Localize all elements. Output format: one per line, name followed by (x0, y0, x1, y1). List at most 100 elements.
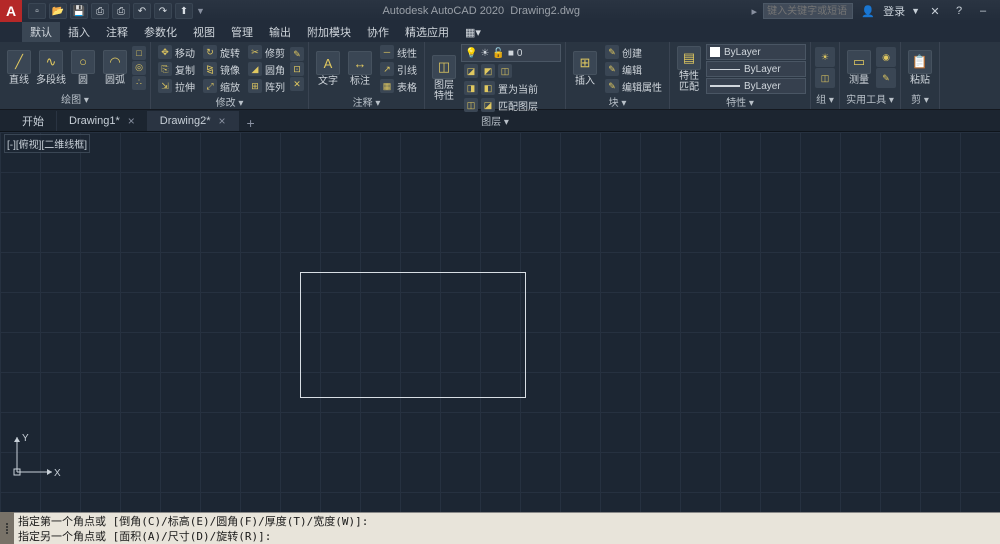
exchange-icon[interactable]: ✕ (926, 3, 944, 19)
ribbon-tab-8[interactable]: 协作 (359, 22, 397, 42)
panel-title[interactable]: 组 ▾ (815, 91, 835, 107)
layer-tool-icon[interactable]: ◨ (464, 81, 478, 95)
new-icon[interactable]: ▫ (28, 3, 46, 19)
login-label[interactable]: 登录 (883, 3, 905, 19)
panel-icon[interactable]: ◫ (815, 68, 835, 88)
ribbon-small-button[interactable]: ⎘复制 (155, 61, 198, 77)
new-tab-icon[interactable]: + (239, 115, 263, 131)
ribbon-small-button[interactable]: ↗引线 (377, 61, 420, 77)
layer-tool-icon[interactable]: ◪ (481, 98, 495, 112)
layer-dropdown[interactable]: 💡☀🔓■ 0 (461, 44, 561, 62)
rectangle-object[interactable] (300, 272, 526, 398)
side-icon[interactable]: ⊡ (290, 62, 304, 76)
ribbon-small-button[interactable]: ⇲拉伸 (155, 78, 198, 94)
layer-tool-icon[interactable]: ◪ (464, 64, 478, 78)
share-icon[interactable]: ⬆ (175, 3, 193, 19)
panel-title[interactable]: 特性 ▾ (674, 94, 806, 110)
command-grip-icon[interactable] (0, 512, 14, 544)
apps-icon[interactable]: ▦▾ (457, 24, 489, 41)
ribbon-tab-6[interactable]: 输出 (261, 22, 299, 42)
panel-title[interactable]: 块 ▾ (570, 94, 665, 110)
ribbon-small-button[interactable]: ↻旋转 (200, 44, 243, 60)
side-icon[interactable]: ∴ (132, 76, 146, 90)
help-icon[interactable]: ? (950, 3, 968, 19)
ribbon-button[interactable]: ╱直线 (4, 50, 34, 86)
ribbon: ╱直线∿多段线○圆◠圆弧□◎∴绘图 ▾ ✥移动⎘复制⇲拉伸 ↻旋转⧎镜像⤢缩放 ✂修剪… (0, 42, 1000, 110)
ribbon-tab-2[interactable]: 注释 (98, 22, 136, 42)
ribbon-button[interactable]: ⊞插入 (570, 51, 600, 87)
property-dropdown[interactable]: ByLayer (706, 78, 806, 94)
redo-icon[interactable]: ↷ (154, 3, 172, 19)
small-label: 编辑属性 (622, 79, 662, 94)
property-dropdown[interactable]: ByLayer (706, 44, 806, 60)
panel-leader-button[interactable]: ▤特性 匹配 (674, 46, 704, 93)
viewport-label[interactable]: [-][俯视][二维线框] (4, 134, 90, 153)
panel-leader-button[interactable]: ◫图层 特性 (429, 55, 459, 102)
side-icon[interactable]: ✕ (290, 77, 304, 91)
panel-title[interactable]: 实用工具 ▾ (844, 91, 896, 107)
ribbon-small-button[interactable]: ✥移动 (155, 44, 198, 60)
ribbon-tab-3[interactable]: 参数化 (136, 22, 185, 42)
save-as-icon[interactable]: ⎙ (91, 3, 109, 19)
ribbon-small-button[interactable]: ✎创建 (602, 44, 665, 60)
ribbon-button[interactable]: 📋粘贴 (905, 50, 935, 86)
property-dropdown[interactable]: ByLayer (706, 61, 806, 77)
side-icon[interactable]: ✎ (290, 47, 304, 61)
doc-tab[interactable]: Drawing1*× (57, 111, 148, 131)
ribbon-tab-0[interactable]: 默认 (22, 22, 60, 42)
ribbon-small-button[interactable]: ▦表格 (377, 78, 420, 94)
side-icon[interactable]: □ (132, 46, 146, 60)
save-icon[interactable]: 💾 (70, 3, 88, 19)
ribbon-small-button[interactable]: ⤢缩放 (200, 78, 243, 94)
command-history-line: 指定第一个角点或 [倒角(C)/标高(E)/圆角(F)/厚度(T)/宽度(W)]… (14, 513, 1000, 528)
app-logo-icon[interactable]: A (0, 0, 22, 22)
ribbon-small-button[interactable]: ✂修剪 (245, 44, 288, 60)
layer-tool-icon[interactable]: ◧ (481, 81, 495, 95)
layer-tool-icon[interactable]: ◩ (481, 64, 495, 78)
small-icon: ↻ (203, 45, 217, 59)
small-icon: ✥ (158, 45, 172, 59)
search-input[interactable] (763, 3, 853, 19)
ribbon-small-button[interactable]: ⊞阵列 (245, 78, 288, 94)
ribbon-small-button[interactable]: ◢圆角 (245, 61, 288, 77)
close-icon[interactable]: × (219, 114, 226, 128)
panel-icon[interactable]: ✎ (876, 68, 896, 88)
undo-icon[interactable]: ↶ (133, 3, 151, 19)
ribbon-button[interactable]: ○圆 (68, 50, 98, 86)
open-icon[interactable]: 📂 (49, 3, 67, 19)
ribbon-tab-1[interactable]: 插入 (60, 22, 98, 42)
panel-title[interactable]: 修改 ▾ (155, 94, 304, 110)
panel-icon[interactable]: ◉ (876, 47, 896, 67)
ribbon-small-button[interactable]: ✎编辑属性 (602, 78, 665, 94)
ribbon-small-button[interactable]: ✎编辑 (602, 61, 665, 77)
ribbon-button[interactable]: ▭测量 (844, 50, 874, 86)
ribbon-tab-5[interactable]: 管理 (223, 22, 261, 42)
doc-tab[interactable]: 开始 (10, 111, 57, 131)
ribbon-button[interactable]: ◠圆弧 (100, 50, 130, 86)
panel-title[interactable]: 注释 ▾ (313, 94, 420, 110)
plot-icon[interactable]: ⎙ (112, 3, 130, 19)
ribbon-tab-4[interactable]: 视图 (185, 22, 223, 42)
close-icon[interactable]: × (128, 114, 135, 128)
doc-tab[interactable]: Drawing2*× (148, 111, 239, 131)
ribbon-button[interactable]: ∿多段线 (36, 50, 66, 86)
ribbon-panel-3: ◫图层 特性💡☀🔓■ 0◪◩◫◨◧置为当前◫◪匹配图层图层 ▾ (425, 42, 566, 109)
ribbon-small-button[interactable]: ─线性 (377, 44, 420, 60)
layer-tool-icon[interactable]: ◫ (464, 98, 478, 112)
drawing-canvas[interactable]: [-][俯视][二维线框] Y X (0, 132, 1000, 512)
qat-dropdown-icon[interactable]: ▼ (196, 6, 205, 16)
layer-tool-icon[interactable]: ◫ (498, 64, 512, 78)
ribbon-tab-9[interactable]: 精选应用 (397, 22, 457, 42)
panel-title[interactable]: 绘图 ▾ (4, 91, 146, 107)
user-icon[interactable]: 👤 (859, 3, 877, 19)
minimize-icon[interactable]: – (974, 3, 992, 19)
panel-title[interactable]: 图层 ▾ (429, 113, 561, 129)
ribbon-small-button[interactable]: ⧎镜像 (200, 61, 243, 77)
ribbon-tabs: 默认插入注释参数化视图管理输出附加模块协作精选应用▦▾ (0, 22, 1000, 42)
ribbon-tab-7[interactable]: 附加模块 (299, 22, 359, 42)
panel-title[interactable]: 剪 ▾ (905, 91, 935, 107)
panel-icon[interactable]: ☀ (815, 47, 835, 67)
ribbon-button[interactable]: A文字 (313, 51, 343, 87)
ribbon-button[interactable]: ↔标注 (345, 51, 375, 87)
side-icon[interactable]: ◎ (132, 61, 146, 75)
